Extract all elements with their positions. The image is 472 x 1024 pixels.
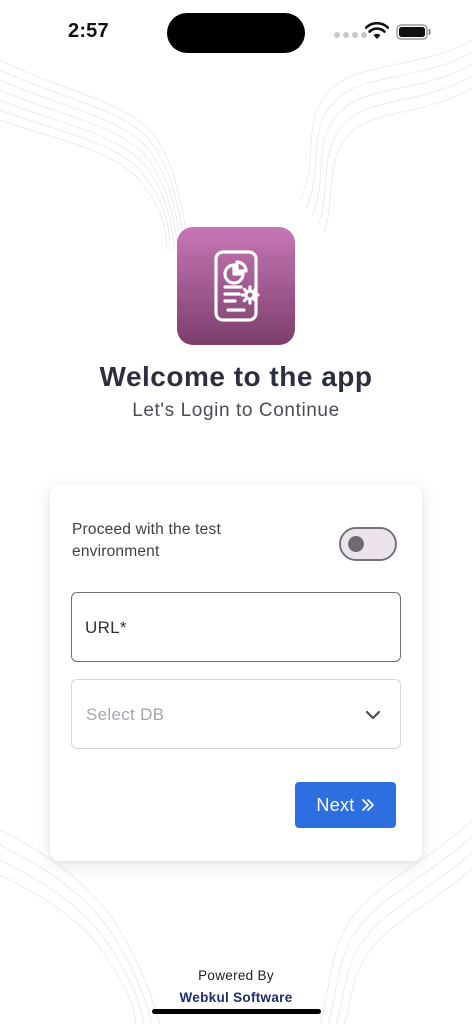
phone-dashboard-settings-icon xyxy=(214,250,260,322)
status-time: 2:57 xyxy=(68,20,109,42)
select-db-dropdown[interactable]: Select DB xyxy=(71,679,401,749)
status-bar: 2:57 xyxy=(0,0,472,64)
url-field[interactable]: URL* xyxy=(71,592,401,662)
url-field-label: URL* xyxy=(85,618,127,637)
welcome-title: Welcome to the app xyxy=(99,361,373,392)
powered-by-label: Powered By xyxy=(198,968,274,983)
test-environment-label: Proceed with the test environment xyxy=(72,521,221,560)
next-button-label: Next xyxy=(316,794,355,815)
wifi-icon xyxy=(365,22,389,39)
home-indicator xyxy=(152,1009,321,1014)
company-name: Webkul Software xyxy=(179,990,293,1005)
login-card: Proceed with the test environment URL* S… xyxy=(50,485,422,861)
double-chevron-right-icon xyxy=(361,799,374,811)
toggle-knob xyxy=(348,536,364,552)
app-logo xyxy=(177,227,295,345)
next-button[interactable]: Next xyxy=(295,782,396,828)
welcome-subtitle: Let's Login to Continue xyxy=(132,400,340,421)
test-environment-toggle[interactable] xyxy=(339,527,397,561)
cellular-signal-icon xyxy=(334,32,367,38)
chevron-down-icon xyxy=(365,710,381,720)
dynamic-island xyxy=(167,13,305,53)
battery-icon xyxy=(396,24,431,40)
select-db-placeholder: Select DB xyxy=(86,705,165,724)
